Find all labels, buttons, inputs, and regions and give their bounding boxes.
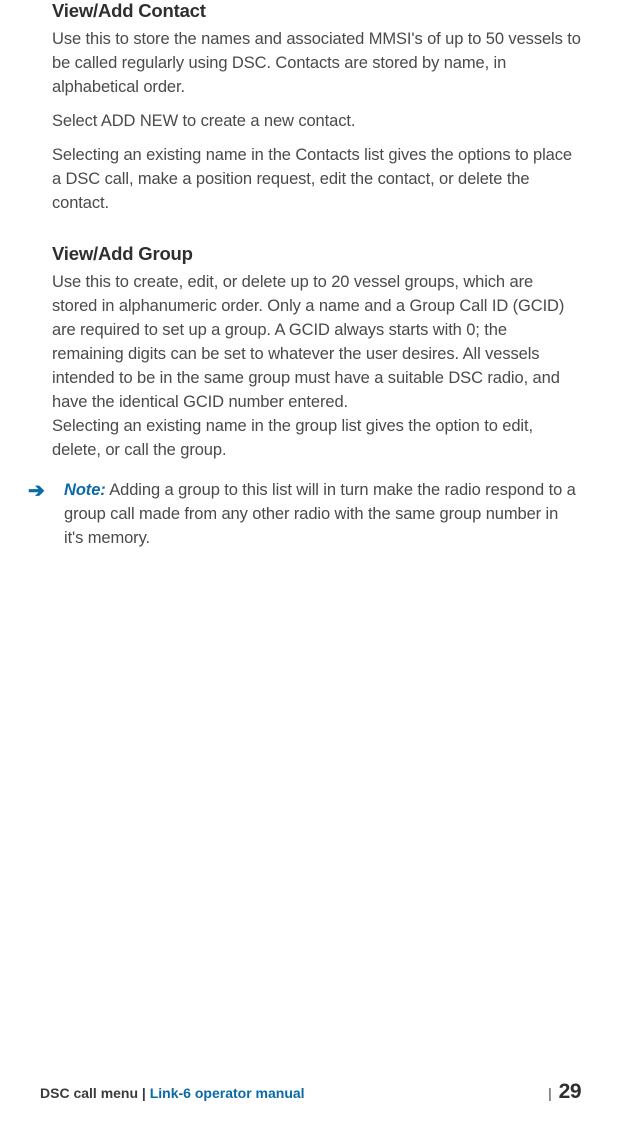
paragraph: Select ADD NEW to create a new contact.	[52, 110, 581, 134]
footer-left: DSC call menu | Link-6 operator manual	[40, 1085, 305, 1101]
footer-right: | 29	[548, 1080, 581, 1104]
footer-sep: |	[138, 1085, 150, 1101]
footer-section: DSC call menu	[40, 1085, 138, 1101]
heading-view-add-contact: View/Add Contact	[52, 0, 581, 22]
paragraph: Use this to create, edit, or delete up t…	[52, 271, 581, 415]
page-number: 29	[559, 1080, 581, 1103]
paragraph: Use this to store the names and associat…	[52, 28, 581, 100]
heading-view-add-group: View/Add Group	[52, 243, 581, 265]
footer-pipe: |	[548, 1085, 556, 1101]
note-text: Note: Adding a group to this list will i…	[64, 479, 581, 551]
note-block: ➔ Note: Adding a group to this list will…	[52, 479, 581, 551]
paragraph: Selecting an existing name in the Contac…	[52, 144, 581, 216]
arrow-right-icon: ➔	[28, 481, 45, 501]
note-label: Note:	[64, 481, 106, 499]
page-footer: DSC call menu | Link-6 operator manual |…	[40, 1080, 581, 1104]
paragraph: Selecting an existing name in the group …	[52, 415, 581, 463]
note-body: Adding a group to this list will in turn…	[64, 481, 576, 547]
footer-brand: Link-6 operator manual	[150, 1085, 305, 1101]
content-area: View/Add Contact Use this to store the n…	[40, 0, 581, 551]
document-page: View/Add Contact Use this to store the n…	[0, 0, 621, 1138]
